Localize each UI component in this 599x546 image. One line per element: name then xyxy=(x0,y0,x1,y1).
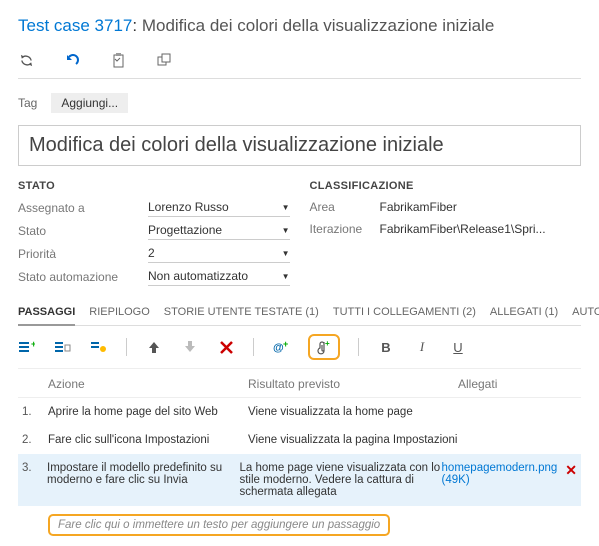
insert-shared-icon[interactable] xyxy=(54,338,72,356)
tab-passaggi[interactable]: PASSAGGI xyxy=(18,300,75,326)
autom-dropdown[interactable]: Non automatizzato▼ xyxy=(148,267,290,286)
col-action-label: Azione xyxy=(48,377,248,391)
tab-automazione[interactable]: AUTOMAZIONE ASSOCIA... xyxy=(572,300,599,325)
tab-storie[interactable]: STORIE UTENTE TESTATE (1) xyxy=(164,300,319,325)
col-attach-label: Allegati xyxy=(458,377,577,391)
step-row[interactable]: 1. Aprire la home page del sito Web Vien… xyxy=(18,398,581,426)
step-expected[interactable]: Viene visualizzata la pagina Impostazion… xyxy=(248,434,458,446)
iter-label: Iterazione xyxy=(310,222,380,236)
undo-icon[interactable] xyxy=(64,52,80,68)
add-step-placeholder[interactable]: Fare clic qui o immettere un testo per a… xyxy=(48,514,390,536)
test-case-link[interactable]: Test case 3717 xyxy=(18,16,132,35)
assegnato-label: Assegnato a xyxy=(18,201,148,215)
tag-label: Tag xyxy=(18,96,37,110)
title-text: Modifica dei colori della visualizzazion… xyxy=(142,16,494,35)
attachment-size: (49K) xyxy=(442,474,470,486)
priorita-label: Priorità xyxy=(18,247,148,261)
assegnato-dropdown[interactable]: Lorenzo Russo▼ xyxy=(148,198,290,217)
page-title: Test case 3717: Modifica dei colori dell… xyxy=(18,16,581,36)
step-row[interactable]: 2. Fare clic sull'icona Impostazioni Vie… xyxy=(18,426,581,454)
step-action[interactable]: Impostare il modello predefinito su mode… xyxy=(47,462,239,486)
tabs: PASSAGGI RIEPILOGO STORIE UTENTE TESTATE… xyxy=(18,300,581,326)
tab-collegamenti[interactable]: TUTTI I COLLEGAMENTI (2) xyxy=(333,300,476,325)
insert-step-icon[interactable]: + xyxy=(18,338,36,356)
stato-dropdown[interactable]: Progettazione▼ xyxy=(148,221,290,240)
refresh-icon[interactable] xyxy=(18,52,34,68)
italic-button[interactable]: I xyxy=(413,338,431,356)
autom-label: Stato automazione xyxy=(18,270,148,284)
tab-allegati[interactable]: ALLEGATI (1) xyxy=(490,300,558,325)
underline-button[interactable]: U xyxy=(449,338,467,356)
tab-riepilogo[interactable]: RIEPILOGO xyxy=(89,300,150,325)
add-tag-button[interactable]: Aggiungi... xyxy=(51,93,128,113)
stato-label: Stato xyxy=(18,224,148,238)
delete-step-icon[interactable] xyxy=(217,338,235,356)
add-attachment-icon[interactable]: + xyxy=(315,338,333,356)
classif-heading: CLASSIFICAZIONE xyxy=(310,180,582,192)
priorita-dropdown[interactable]: 2▼ xyxy=(148,244,290,263)
clipboard-icon[interactable] xyxy=(110,52,126,68)
step-action[interactable]: Aprire la home page del sito Web xyxy=(48,406,248,418)
add-param-icon[interactable]: @+ xyxy=(272,338,290,356)
svg-text:+: + xyxy=(283,340,288,349)
bold-button[interactable]: B xyxy=(377,338,395,356)
top-toolbar xyxy=(18,48,581,79)
steps-toolbar: + @+ + B I U xyxy=(18,326,581,369)
area-label: Area xyxy=(310,200,380,214)
add-attachment-highlight: + xyxy=(308,334,340,360)
step-action[interactable]: Fare clic sull'icona Impostazioni xyxy=(48,434,248,446)
step-row[interactable]: 3. Impostare il modello predefinito su m… xyxy=(18,454,581,506)
iter-field[interactable]: FabrikamFiber\Release1\Spri... xyxy=(380,220,582,238)
svg-text:+: + xyxy=(31,340,35,349)
svg-text:+: + xyxy=(325,340,330,348)
title-input[interactable]: Modifica dei colori della visualizzazion… xyxy=(18,125,581,166)
steps-header: Azione Risultato previsto Allegati xyxy=(18,369,581,398)
move-up-icon[interactable] xyxy=(145,338,163,356)
step-expected[interactable]: Viene visualizzata la home page xyxy=(248,406,458,418)
area-field[interactable]: FabrikamFiber xyxy=(380,198,582,216)
col-expected-label: Risultato previsto xyxy=(248,377,458,391)
attachment-link[interactable]: homepagemodern.png xyxy=(442,462,558,474)
move-down-icon[interactable] xyxy=(181,338,199,356)
insert-param-icon[interactable] xyxy=(90,338,108,356)
step-expected[interactable]: La home page viene visualizzata con lo s… xyxy=(239,462,441,498)
delete-attachment-icon[interactable]: ✕ xyxy=(565,462,577,479)
copy-icon[interactable] xyxy=(156,52,172,68)
stato-heading: STATO xyxy=(18,180,290,192)
